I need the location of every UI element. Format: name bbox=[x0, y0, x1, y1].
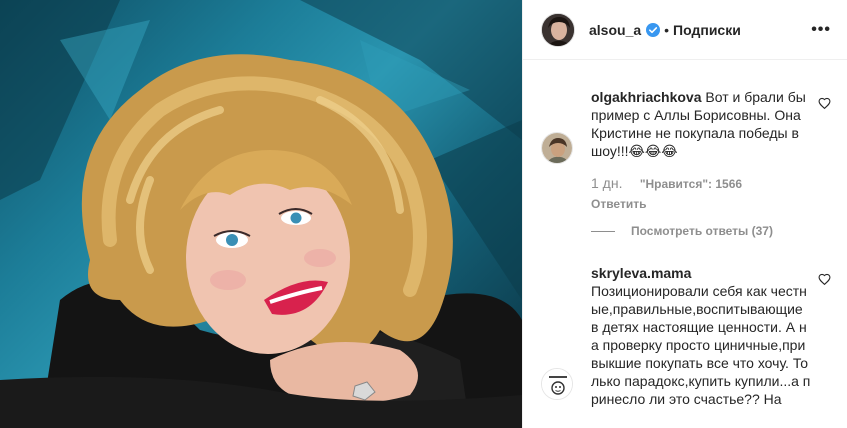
comment-text: Позиционировали себя как честные,правиль… bbox=[591, 283, 811, 407]
more-options-icon[interactable]: ••• bbox=[811, 21, 831, 39]
reply-button[interactable]: Ответить bbox=[591, 195, 811, 213]
like-heart-icon[interactable] bbox=[818, 97, 831, 110]
comment-username[interactable]: olgakhriachkova bbox=[591, 89, 702, 105]
author-avatar[interactable] bbox=[541, 12, 575, 47]
portrait-illustration bbox=[0, 0, 522, 428]
comment-body: olgakhriachkova Вот и брали бы пример с … bbox=[591, 88, 811, 213]
commenter-avatar[interactable] bbox=[541, 368, 573, 400]
comment-username[interactable]: skryleva.mama bbox=[591, 265, 691, 281]
separator-dot: • bbox=[664, 21, 670, 38]
author-username[interactable]: alsou_a bbox=[589, 22, 641, 38]
verified-badge-icon bbox=[646, 22, 661, 37]
post-sidebar: alsou_a • Подписки ••• olgakhriachkova В… bbox=[522, 0, 847, 428]
commenter-avatar[interactable] bbox=[541, 132, 573, 164]
like-heart-icon[interactable] bbox=[818, 273, 831, 286]
following-button[interactable]: Подписки bbox=[673, 22, 741, 38]
comment-likes-count[interactable]: "Нравится": 1566 bbox=[640, 177, 742, 191]
comment-meta: 1 дн. "Нравится": 1566 Ответить bbox=[591, 174, 811, 213]
comment-body: skryleva.mama Позиционировали себя как ч… bbox=[591, 264, 811, 408]
comment-timestamp[interactable]: 1 дн. bbox=[591, 175, 622, 191]
post-header: alsou_a • Подписки ••• bbox=[523, 0, 847, 60]
post-photo[interactable] bbox=[0, 0, 522, 428]
view-replies-label: Посмотреть ответы (37) bbox=[631, 224, 773, 238]
view-replies-button[interactable]: Посмотреть ответы (37) bbox=[591, 224, 773, 238]
view-replies-line bbox=[591, 230, 615, 232]
